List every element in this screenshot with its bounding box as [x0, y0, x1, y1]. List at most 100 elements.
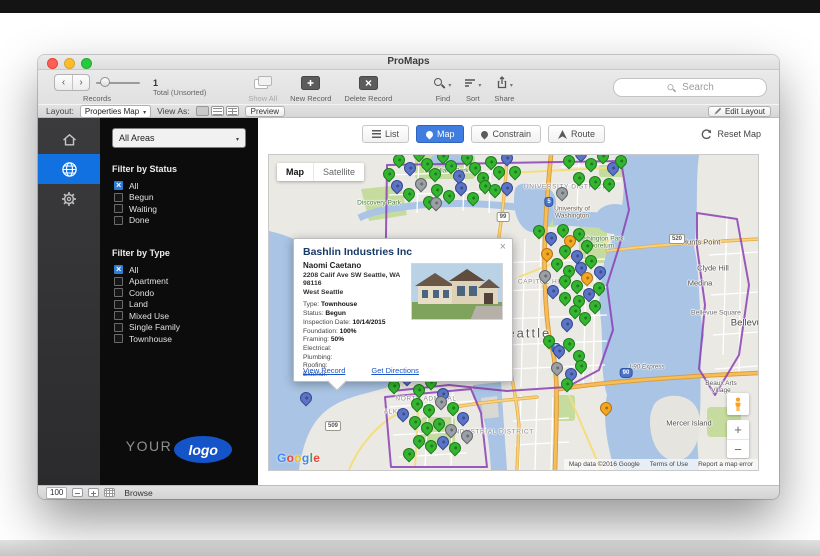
- find-button[interactable]: Find: [434, 72, 451, 103]
- map-label: University of Washington: [554, 205, 590, 220]
- filter-option-begun[interactable]: Begun: [114, 192, 246, 204]
- map-zoom-out-button[interactable]: −: [727, 439, 749, 458]
- checkbox-icon[interactable]: [114, 181, 123, 191]
- close-window-button[interactable]: [47, 58, 58, 69]
- tab-list[interactable]: List: [361, 125, 409, 143]
- layout-select[interactable]: Properties Map: [79, 104, 152, 118]
- preview-button[interactable]: Preview: [244, 105, 286, 117]
- checkbox-icon[interactable]: [114, 265, 123, 275]
- zoom-level[interactable]: 100: [46, 486, 68, 499]
- map-label: Beaux Arts Village: [705, 379, 737, 394]
- view-list-icon[interactable]: [210, 106, 224, 116]
- zoom-out-icon[interactable]: [72, 488, 84, 497]
- map-zoom-in-button[interactable]: +: [727, 420, 749, 439]
- show-all-button[interactable]: Show All: [248, 72, 277, 103]
- map-pin[interactable]: [506, 163, 524, 181]
- map-label: I-90 Express: [629, 363, 665, 371]
- status-bar: 100 Browse: [38, 485, 779, 499]
- map-pin[interactable]: [498, 155, 516, 167]
- pegman-icon: [735, 397, 741, 411]
- type-filter-options: AllApartmentCondoLandMixed UseSingle Fam…: [112, 264, 246, 345]
- filter-option-label: Apartment: [129, 276, 169, 287]
- checkbox-icon[interactable]: [114, 204, 123, 214]
- map-pin[interactable]: [412, 175, 430, 193]
- checkbox-icon[interactable]: [114, 299, 123, 309]
- tab-route[interactable]: Route: [548, 125, 606, 143]
- filter-option-waiting[interactable]: Waiting: [114, 203, 246, 215]
- checkbox-icon[interactable]: [114, 288, 123, 298]
- map-right-controls: + −: [727, 393, 749, 458]
- tab-constrain[interactable]: Constrain: [471, 125, 542, 143]
- checkbox-icon[interactable]: [114, 334, 123, 344]
- checkbox-icon[interactable]: [114, 192, 123, 202]
- search-input[interactable]: Search: [613, 78, 767, 97]
- map-pin[interactable]: [464, 189, 482, 207]
- filter-option-apartment[interactable]: Apartment: [114, 276, 246, 288]
- slider-knob-icon[interactable]: [100, 77, 110, 87]
- previous-record-button[interactable]: [55, 75, 72, 90]
- filter-option-single-family[interactable]: Single Family: [114, 322, 246, 334]
- filter-option-label: Done: [129, 215, 150, 226]
- reset-map-button[interactable]: Reset Map: [697, 125, 765, 143]
- sort-icon: [464, 74, 481, 91]
- checkbox-icon[interactable]: [114, 322, 123, 332]
- delete-record-button[interactable]: Delete Record: [344, 72, 392, 103]
- layout-bar: Layout: Properties Map View As: Preview …: [38, 104, 779, 118]
- sidebar-item-map[interactable]: [38, 154, 100, 184]
- pegman-control[interactable]: [727, 393, 749, 415]
- record-slider[interactable]: [96, 75, 140, 90]
- info-title: Bashlin Industries Inc: [303, 246, 413, 258]
- view-record-link[interactable]: View Record: [303, 366, 345, 375]
- view-as-label: View As:: [157, 106, 190, 116]
- get-directions-link[interactable]: Get Directions: [371, 366, 419, 375]
- title-bar[interactable]: ProMaps: [38, 55, 779, 70]
- type-filter-title: Filter by Type: [112, 248, 170, 258]
- close-icon[interactable]: ×: [500, 241, 506, 253]
- filter-option-all[interactable]: All: [114, 180, 246, 192]
- zoom-in-icon[interactable]: [88, 488, 100, 497]
- filter-option-label: Condo: [129, 287, 155, 298]
- view-form-icon[interactable]: [195, 106, 209, 116]
- new-record-icon: [301, 74, 321, 91]
- logo-text-logo: logo: [188, 441, 218, 458]
- find-icon: [434, 77, 446, 89]
- map-pin[interactable]: [297, 389, 315, 407]
- map-pin[interactable]: [400, 185, 418, 203]
- filter-option-all[interactable]: All: [114, 264, 246, 276]
- terms-link[interactable]: Terms of Use: [650, 461, 688, 468]
- filter-option-townhouse[interactable]: Townhouse: [114, 333, 246, 345]
- area-select-value: All Areas: [119, 133, 155, 143]
- zoom-window-button[interactable]: [81, 58, 92, 69]
- sidebar-item-home[interactable]: [38, 124, 100, 154]
- filter-option-mixed-use[interactable]: Mixed Use: [114, 310, 246, 322]
- map-type-map-button[interactable]: Map: [277, 163, 313, 181]
- map-pin[interactable]: [400, 445, 418, 463]
- search-icon: [667, 83, 677, 92]
- tab-map[interactable]: Map: [415, 125, 465, 143]
- map-type-satellite-button[interactable]: Satellite: [313, 163, 365, 181]
- filter-option-done[interactable]: Done: [114, 215, 246, 227]
- map-pin[interactable]: [597, 399, 615, 417]
- filter-option-land[interactable]: Land: [114, 299, 246, 311]
- view-mode-icon[interactable]: [104, 488, 116, 497]
- bottom-strip: [0, 540, 820, 556]
- minimize-window-button[interactable]: [64, 58, 75, 69]
- map-canvas[interactable]: Woodland Park ZooDiscovery ParkUNIVERSIT…: [268, 154, 759, 471]
- next-record-button[interactable]: [72, 75, 89, 90]
- map-pin[interactable]: [498, 179, 516, 197]
- checkbox-icon[interactable]: [114, 311, 123, 321]
- filter-option-condo[interactable]: Condo: [114, 287, 246, 299]
- edit-layout-button[interactable]: Edit Layout: [707, 105, 771, 117]
- map-pin[interactable]: [548, 359, 566, 377]
- new-record-button[interactable]: New Record: [290, 72, 331, 103]
- sidebar-item-settings[interactable]: [38, 184, 100, 214]
- sort-button[interactable]: Sort: [464, 72, 481, 103]
- filter-option-label: Land: [129, 299, 148, 310]
- area-select[interactable]: All Areas: [112, 128, 246, 148]
- report-error-link[interactable]: Report a map error: [698, 461, 753, 468]
- checkbox-icon[interactable]: [114, 215, 123, 225]
- share-button[interactable]: Share: [494, 72, 514, 103]
- checkbox-icon[interactable]: [114, 276, 123, 286]
- view-table-icon[interactable]: [225, 106, 239, 116]
- map-label: Bellevue Square: [691, 309, 741, 317]
